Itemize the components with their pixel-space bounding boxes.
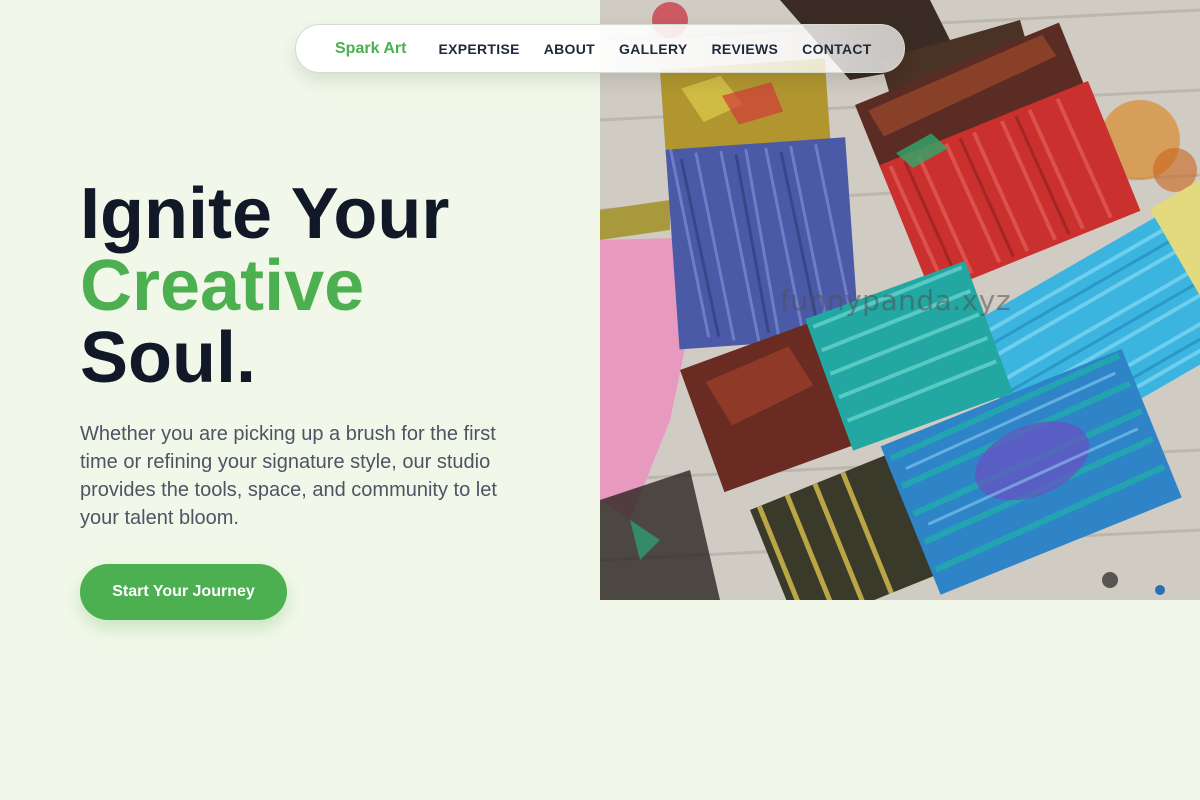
hero-headline: Ignite Your Creative Soul. xyxy=(80,178,449,394)
headline-line-3: Soul. xyxy=(80,318,256,398)
image-watermark: funnypanda.xyz xyxy=(780,284,1012,317)
nav-link-expertise[interactable]: EXPERTISE xyxy=(438,41,519,57)
start-journey-button[interactable]: Start Your Journey xyxy=(80,564,287,620)
landing-page: funnypanda.xyz Spark Art EXPERTISE ABOUT… xyxy=(0,0,1200,800)
nav-link-about[interactable]: ABOUT xyxy=(544,41,595,57)
hero-subtext: Whether you are picking up a brush for t… xyxy=(80,423,497,529)
nav-link-contact[interactable]: CONTACT xyxy=(802,41,872,57)
nav-link-reviews[interactable]: REVIEWS xyxy=(711,41,778,57)
brand-logo-link[interactable]: Spark Art xyxy=(335,40,406,58)
hero-image-paintbrushes: funnypanda.xyz xyxy=(600,0,1200,600)
headline-line-1: Ignite Your xyxy=(80,174,450,254)
top-navigation: Spark Art EXPERTISE ABOUT GALLERY REVIEW… xyxy=(295,24,905,73)
nav-link-gallery[interactable]: GALLERY xyxy=(619,41,687,57)
headline-line-2-accent: Creative xyxy=(80,246,365,326)
